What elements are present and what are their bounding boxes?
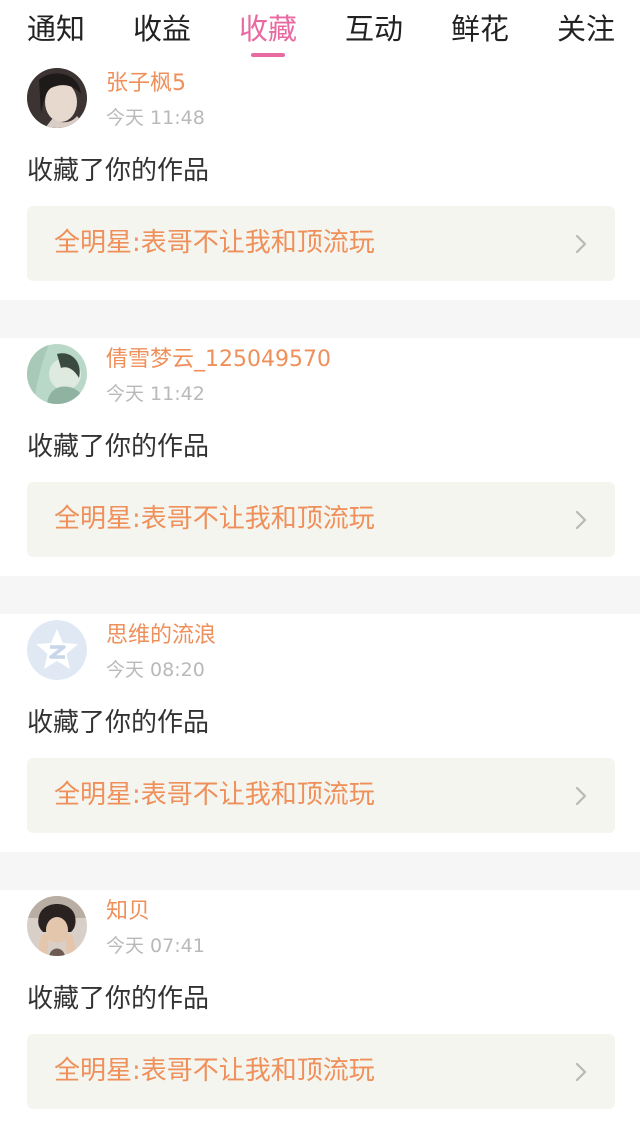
list-item: 倩雪梦云_125049570 今天 11:42 收藏了你的作品 全明星:表哥不让…: [0, 338, 640, 576]
action-text: 收藏了你的作品: [27, 156, 210, 186]
chevron-right-icon: [575, 786, 587, 806]
default-star-avatar-icon: [27, 620, 87, 680]
tab-notifications[interactable]: 通知: [27, 10, 85, 48]
divider: [0, 576, 640, 614]
list-item: 思维的流浪 今天 08:20 收藏了你的作品 全明星:表哥不让我和顶流玩: [0, 614, 640, 852]
list-item: 张子枫5 今天 11:48 收藏了你的作品 全明星:表哥不让我和顶流玩: [0, 62, 640, 300]
work-title: 全明星:表哥不让我和顶流玩: [54, 780, 375, 810]
avatar[interactable]: [27, 896, 87, 956]
tab-flowers[interactable]: 鲜花: [451, 10, 509, 48]
work-link-card[interactable]: 全明星:表哥不让我和顶流玩: [27, 482, 615, 557]
user-photo-avatar-icon: [27, 68, 87, 128]
list-item: 知贝 今天 07:41 收藏了你的作品 全明星:表哥不让我和顶流玩: [0, 890, 640, 1128]
username[interactable]: 张子枫5: [106, 70, 186, 98]
action-text: 收藏了你的作品: [27, 984, 210, 1014]
tab-interactions[interactable]: 互动: [345, 10, 403, 48]
divider: [0, 300, 640, 338]
user-photo-avatar-icon: [27, 896, 87, 956]
action-text: 收藏了你的作品: [27, 708, 210, 738]
chevron-right-icon: [575, 1062, 587, 1082]
chevron-right-icon: [575, 234, 587, 254]
username[interactable]: 知贝: [106, 898, 150, 926]
notification-list: 张子枫5 今天 11:48 收藏了你的作品 全明星:表哥不让我和顶流玩 倩雪梦云…: [0, 62, 640, 1128]
avatar[interactable]: [27, 620, 87, 680]
timestamp: 今天 08:20: [106, 659, 205, 681]
work-link-card[interactable]: 全明星:表哥不让我和顶流玩: [27, 758, 615, 833]
avatar[interactable]: [27, 68, 87, 128]
divider: [0, 852, 640, 890]
username[interactable]: 思维的流浪: [106, 622, 216, 650]
top-tab-bar: 通知 收益 收藏 互动 鲜花 关注: [0, 0, 640, 62]
avatar[interactable]: [27, 344, 87, 404]
tab-favorites[interactable]: 收藏: [239, 10, 297, 48]
work-link-card[interactable]: 全明星:表哥不让我和顶流玩: [27, 1034, 615, 1109]
work-title: 全明星:表哥不让我和顶流玩: [54, 228, 375, 258]
active-tab-indicator: [251, 53, 285, 57]
action-text: 收藏了你的作品: [27, 432, 210, 462]
tab-following[interactable]: 关注: [557, 10, 615, 48]
tab-earnings[interactable]: 收益: [133, 10, 191, 48]
username[interactable]: 倩雪梦云_125049570: [106, 346, 331, 374]
user-photo-avatar-icon: [27, 344, 87, 404]
chevron-right-icon: [575, 510, 587, 530]
timestamp: 今天 07:41: [106, 935, 205, 957]
work-title: 全明星:表哥不让我和顶流玩: [54, 1056, 375, 1086]
work-link-card[interactable]: 全明星:表哥不让我和顶流玩: [27, 206, 615, 281]
timestamp: 今天 11:48: [106, 107, 205, 129]
timestamp: 今天 11:42: [106, 383, 205, 405]
work-title: 全明星:表哥不让我和顶流玩: [54, 504, 375, 534]
